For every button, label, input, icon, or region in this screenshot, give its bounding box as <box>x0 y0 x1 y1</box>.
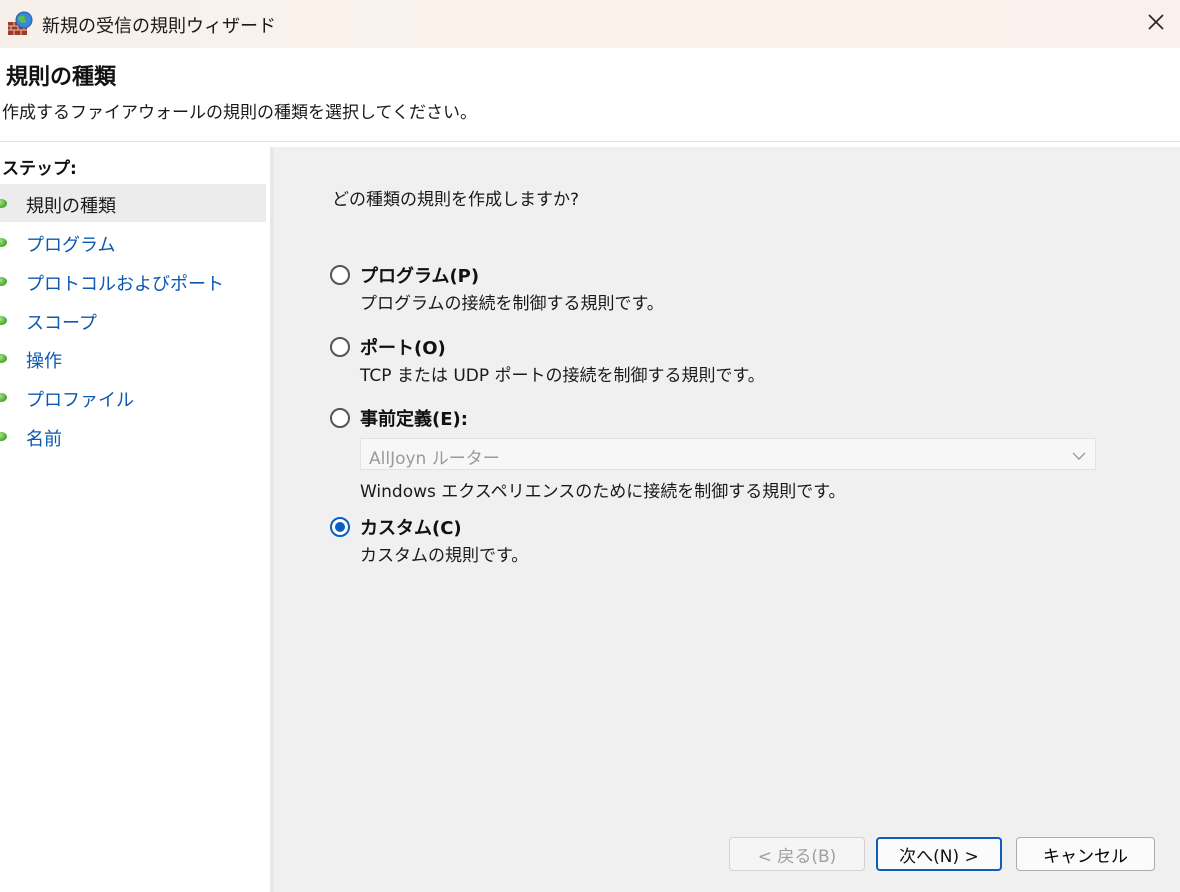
main-panel: どの種類の規則を作成しますか? プログラム(P) プログラムの接続を制御する規則… <box>274 147 1180 892</box>
sidebar-item-rule-type[interactable]: 規則の種類 <box>0 184 266 222</box>
steps-sidebar: ステップ: 規則の種類 プログラム プロトコルおよびポート スコープ 操作 プロ… <box>0 147 270 892</box>
title-bar: 新規の受信の規則ウィザード <box>0 0 1180 48</box>
step-bullet-icon <box>0 432 7 441</box>
option-description: カスタムの規則です。 <box>360 546 529 566</box>
page-title: 規則の種類 <box>6 65 117 90</box>
custom-radio[interactable] <box>330 517 350 537</box>
sidebar-item-protocol-port[interactable]: プロトコルおよびポート <box>0 262 266 300</box>
page-description: 作成するファイアウォールの規則の種類を選択してください。 <box>2 103 477 123</box>
sidebar-item-label: スコープ <box>26 313 97 334</box>
close-icon <box>1146 12 1166 36</box>
sidebar-item-label: 操作 <box>26 351 62 372</box>
step-bullet-icon <box>0 238 7 247</box>
sidebar-item-program[interactable]: プログラム <box>0 223 266 261</box>
sidebar-item-scope[interactable]: スコープ <box>0 301 266 339</box>
step-bullet-icon <box>0 277 7 286</box>
header-divider <box>0 141 1180 142</box>
port-radio[interactable] <box>330 337 350 357</box>
option-title: プログラム(P) <box>360 266 480 287</box>
rule-type-question: どの種類の規則を作成しますか? <box>332 190 580 210</box>
predefined-select[interactable]: AllJoyn ルーター <box>360 438 1096 470</box>
step-bullet-icon <box>0 199 7 208</box>
steps-label: ステップ: <box>2 159 77 179</box>
wizard-header: 規則の種類 作成するファイアウォールの規則の種類を選択してください。 <box>0 48 1180 140</box>
sidebar-item-profile[interactable]: プロファイル <box>0 378 266 416</box>
option-description: プログラムの接続を制御する規則です。 <box>360 294 664 314</box>
sidebar-item-label: プロファイル <box>26 390 134 411</box>
firewall-icon <box>7 11 33 37</box>
option-description: TCP または UDP ポートの接続を制御する規則です。 <box>360 366 765 386</box>
predefined-select-value: AllJoyn ルーター <box>369 449 500 469</box>
sidebar-item-label: 名前 <box>26 429 62 450</box>
program-radio[interactable] <box>330 265 350 285</box>
chevron-down-icon <box>1071 448 1087 462</box>
option-title: ポート(O) <box>360 338 446 359</box>
sidebar-item-name[interactable]: 名前 <box>0 417 266 455</box>
sidebar-item-label: 規則の種類 <box>26 196 116 217</box>
next-button[interactable]: 次へ(N) > <box>876 837 1002 871</box>
sidebar-item-label: プログラム <box>26 235 116 256</box>
step-bullet-icon <box>0 393 7 402</box>
sidebar-item-action[interactable]: 操作 <box>0 339 266 377</box>
window-title: 新規の受信の規則ウィザード <box>42 16 276 37</box>
close-button[interactable] <box>1132 0 1180 48</box>
sidebar-item-label: プロトコルおよびポート <box>26 274 224 295</box>
cancel-button[interactable]: キャンセル <box>1016 837 1155 871</box>
option-title: カスタム(C) <box>360 518 462 539</box>
back-button[interactable]: < 戻る(B) <box>729 837 865 871</box>
predefined-radio[interactable] <box>330 408 350 428</box>
step-bullet-icon <box>0 354 7 363</box>
option-description: Windows エクスペリエンスのために接続を制御する規則です。 <box>360 482 846 502</box>
option-title: 事前定義(E): <box>360 409 468 430</box>
step-bullet-icon <box>0 316 7 325</box>
